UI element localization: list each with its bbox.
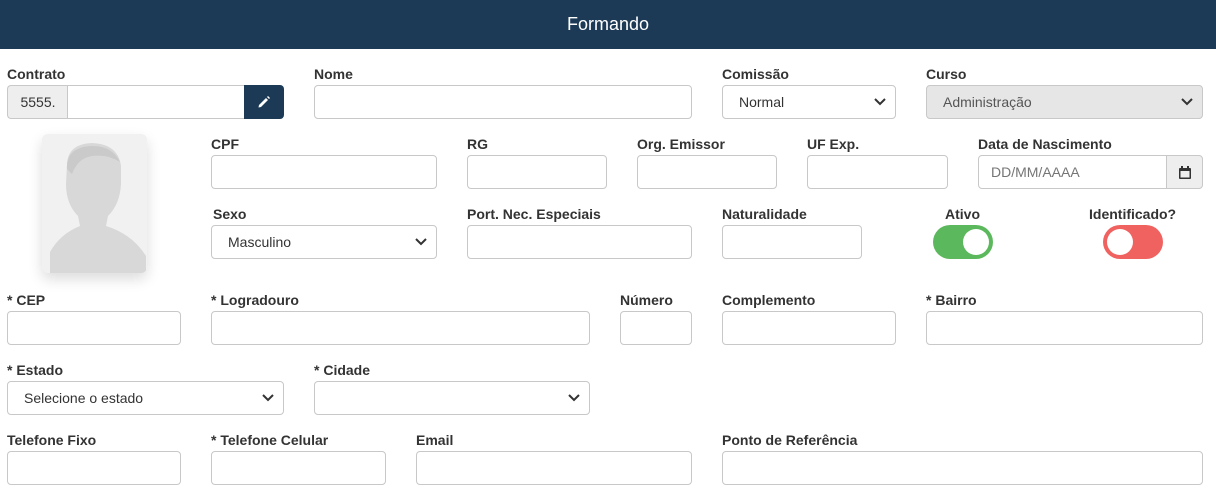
contrato-prefix: 5555. — [7, 85, 68, 119]
chevron-down-icon — [262, 394, 274, 402]
ponto-referencia-input[interactable] — [722, 451, 1203, 485]
cep-label: * CEP — [7, 292, 46, 308]
comissao-label: Comissão — [722, 66, 789, 82]
estado-label: * Estado — [7, 362, 64, 378]
cpf-label: CPF — [211, 136, 239, 152]
cpf-input[interactable] — [211, 155, 437, 189]
estado-select[interactable]: Selecione o estado — [7, 381, 284, 415]
profile-photo[interactable] — [42, 134, 147, 273]
ativo-label: Ativo — [945, 206, 980, 222]
toggle-knob — [1107, 229, 1133, 255]
telefone-fixo-input[interactable] — [7, 451, 181, 485]
chevron-down-icon — [568, 394, 580, 402]
org-emissor-input[interactable] — [637, 155, 777, 189]
nome-input[interactable] — [314, 85, 692, 119]
nome-label: Nome — [314, 66, 353, 82]
data-nascimento-label: Data de Nascimento — [978, 136, 1112, 152]
naturalidade-label: Naturalidade — [722, 206, 807, 222]
rg-label: RG — [467, 136, 488, 152]
cidade-label: * Cidade — [314, 362, 371, 378]
port-nec-input[interactable] — [467, 225, 692, 259]
logradouro-label: * Logradouro — [211, 292, 299, 308]
page-header: Formando — [0, 0, 1216, 49]
contrato-input[interactable] — [67, 85, 245, 119]
comissao-value: Normal — [739, 94, 785, 110]
curso-select[interactable]: Administração — [926, 85, 1203, 119]
complemento-input[interactable] — [722, 311, 896, 345]
complemento-label: Complemento — [722, 292, 816, 308]
bairro-input[interactable] — [926, 311, 1203, 345]
bairro-label: * Bairro — [926, 292, 977, 308]
sexo-value: Masculino — [228, 234, 292, 250]
numero-label: Número — [620, 292, 673, 308]
toggle-knob — [963, 229, 989, 255]
comissao-select[interactable]: Normal — [722, 85, 896, 119]
org-emissor-label: Org. Emissor — [637, 136, 725, 152]
uf-exp-input[interactable] — [807, 155, 948, 189]
port-nec-label: Port. Nec. Especiais — [467, 206, 601, 222]
naturalidade-input[interactable] — [722, 225, 862, 259]
sexo-label: Sexo — [213, 206, 247, 222]
cep-input[interactable] — [7, 311, 181, 345]
ponto-referencia-label: Ponto de Referência — [722, 432, 858, 448]
chevron-down-icon — [1181, 98, 1193, 106]
telefone-fixo-label: Telefone Fixo — [7, 432, 97, 448]
calendar-icon — [1178, 165, 1191, 179]
cidade-select[interactable] — [314, 381, 590, 415]
pencil-icon — [258, 96, 270, 108]
identificado-toggle[interactable] — [1103, 225, 1163, 259]
telefone-celular-input[interactable] — [211, 451, 386, 485]
chevron-down-icon — [874, 98, 886, 106]
data-nascimento-input[interactable] — [978, 155, 1167, 189]
page-title: Formando — [566, 14, 650, 34]
logradouro-input[interactable] — [211, 311, 590, 345]
calendar-button[interactable] — [1166, 155, 1203, 189]
ativo-toggle[interactable] — [933, 225, 993, 259]
edit-contrato-button[interactable] — [244, 85, 284, 119]
identificado-label: Identificado? — [1089, 206, 1177, 222]
avatar-silhouette-icon — [50, 143, 146, 273]
chevron-down-icon — [415, 238, 427, 246]
numero-input[interactable] — [620, 311, 692, 345]
contrato-label: Contrato — [7, 66, 66, 82]
email-input[interactable] — [416, 451, 692, 485]
curso-value: Administração — [943, 94, 1032, 110]
uf-exp-label: UF Exp. — [807, 136, 860, 152]
email-label: Email — [416, 432, 454, 448]
curso-label: Curso — [926, 66, 967, 82]
sexo-select[interactable]: Masculino — [211, 225, 437, 259]
estado-value: Selecione o estado — [24, 390, 144, 406]
telefone-celular-label: * Telefone Celular — [211, 432, 329, 448]
rg-input[interactable] — [467, 155, 607, 189]
